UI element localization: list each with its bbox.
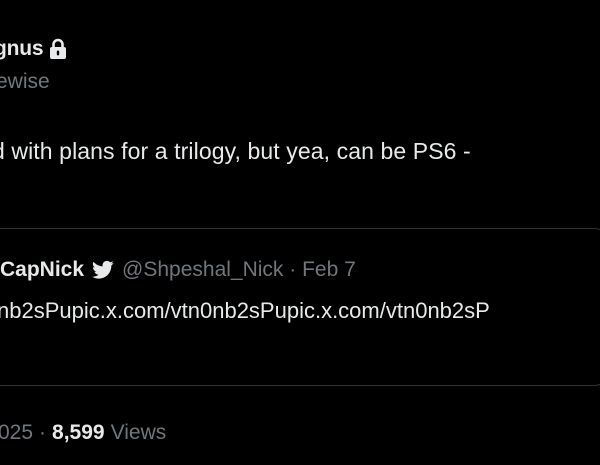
- tweet-meta-row: 025 · 8,599 Views: [0, 418, 166, 448]
- tweet-text: d with plans for a trilogy, but yea, can…: [0, 138, 471, 164]
- quote-author-name[interactable]: CapNick: [0, 258, 84, 282]
- views-label: Views: [110, 421, 167, 444]
- tweet-author-name[interactable]: gnus: [0, 37, 44, 61]
- bird-icon: [92, 260, 114, 280]
- quote-author-handle-date[interactable]: @Shpeshal_Nick · Feb 7: [122, 258, 356, 282]
- quote-text-link[interactable]: nb2sPupic.x.com/vtn0nb2sPupic.x.com/vtn0…: [0, 298, 490, 324]
- views-count: 8,599: [52, 421, 105, 444]
- tweet-author-row[interactable]: gnus: [0, 32, 67, 66]
- quote-header: CapNick @Shpeshal_Nick · Feb 7: [0, 255, 356, 285]
- meta-separator: ·: [39, 421, 47, 444]
- tweet-author-handle[interactable]: ewise: [0, 70, 50, 94]
- tweet-date[interactable]: 025: [0, 421, 33, 445]
- lock-icon: [49, 38, 67, 60]
